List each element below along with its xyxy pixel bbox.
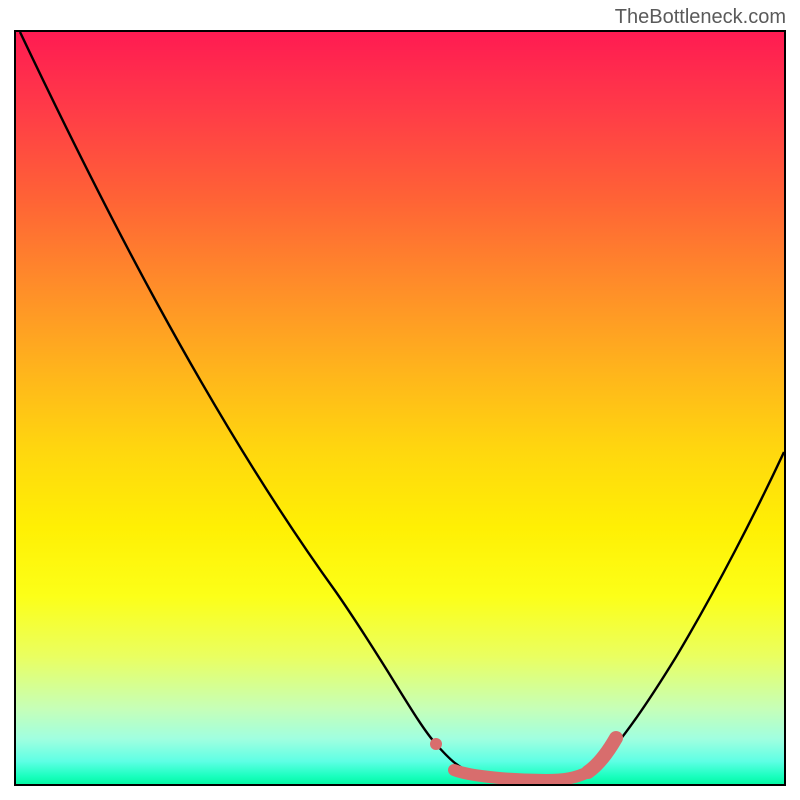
chart-plot-area	[14, 30, 786, 786]
highlight-dot-left	[430, 738, 442, 750]
curve-line	[20, 32, 784, 778]
highlight-trough	[454, 770, 588, 780]
watermark-text: TheBottleneck.com	[615, 6, 786, 29]
chart-svg	[16, 32, 784, 784]
highlight-rise	[588, 738, 616, 772]
